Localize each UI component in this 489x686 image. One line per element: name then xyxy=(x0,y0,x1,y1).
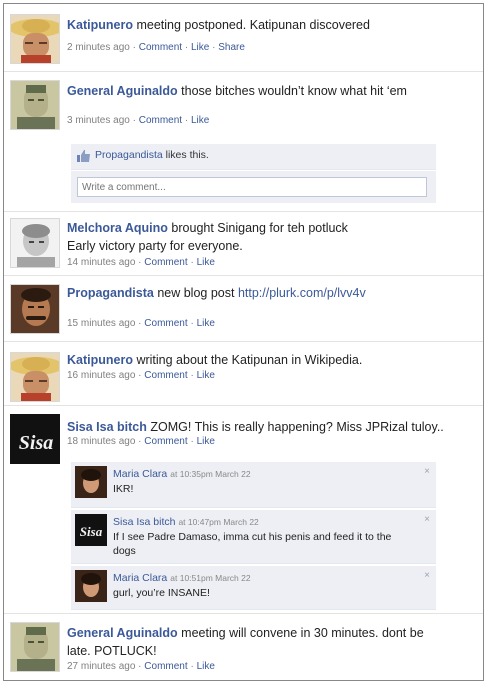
close-icon[interactable]: × xyxy=(424,570,430,581)
comment-reply: Maria Clara at 10:51pm March 22 gurl, you… xyxy=(71,566,436,610)
feed-post: Katipunero writing about the Katipunan i… xyxy=(4,342,483,406)
post-author[interactable]: General Aguinaldo xyxy=(67,626,178,640)
like-link[interactable]: Like xyxy=(197,436,215,447)
comment-reply: Sisa Sisa Isa bitch at 10:47pm March 22 I… xyxy=(71,510,436,564)
like-link[interactable]: Like xyxy=(191,42,209,53)
post-time: 16 minutes ago xyxy=(67,370,136,381)
avatar[interactable] xyxy=(10,80,60,130)
post-author[interactable]: Katipunero xyxy=(67,353,133,367)
sisa-logo-text: Sisa xyxy=(80,524,103,539)
post-text: meeting will convene in 30 minutes. dont… xyxy=(181,626,424,640)
post-text: ZOMG! This is really happening? Miss JPR… xyxy=(150,420,444,434)
commenter-name[interactable]: Sisa Isa bitch xyxy=(113,516,175,528)
close-icon[interactable]: × xyxy=(424,466,430,477)
feed-post: General Aguinaldo meeting will convene i… xyxy=(4,614,483,680)
post-time: 14 minutes ago xyxy=(67,257,136,268)
comment-link[interactable]: Comment xyxy=(144,318,187,329)
post-author[interactable]: Katipunero xyxy=(67,18,133,32)
comment-time: at 10:47pm March 22 xyxy=(178,517,259,527)
comment-area xyxy=(71,171,436,203)
comment-link[interactable]: Comment xyxy=(139,115,182,126)
post-time: 15 minutes ago xyxy=(67,318,136,329)
post-text: writing about the Katipunan in Wikipedia… xyxy=(136,353,363,367)
comment-link[interactable]: Comment xyxy=(144,257,187,268)
comment-link[interactable]: Comment xyxy=(144,661,187,672)
comment-text: IKR! xyxy=(113,483,134,495)
likes-summary: Propagandista likes this. xyxy=(71,144,436,170)
post-text-continued: late. POTLUCK! xyxy=(67,644,157,658)
avatar[interactable]: Sisa xyxy=(10,414,60,464)
feed-post: Sisa Sisa Isa bitch ZOMG! This is really… xyxy=(4,406,483,614)
comment-time: at 10:51pm March 22 xyxy=(170,573,251,583)
news-feed: Katipunero meeting postponed. Katipunan … xyxy=(3,3,484,681)
avatar[interactable] xyxy=(10,218,60,268)
sisa-logo-text: Sisa xyxy=(19,432,53,454)
feed-post: Katipunero meeting postponed. Katipunan … xyxy=(4,4,483,72)
post-time: 18 minutes ago xyxy=(67,436,136,447)
post-author[interactable]: Melchora Aquino xyxy=(67,221,168,235)
commenter-name[interactable]: Maria Clara xyxy=(113,572,167,584)
avatar[interactable] xyxy=(10,14,60,64)
close-icon[interactable]: × xyxy=(424,514,430,525)
like-link[interactable]: Like xyxy=(197,257,215,268)
like-link[interactable]: Like xyxy=(197,370,215,381)
avatar[interactable] xyxy=(75,570,107,602)
post-link[interactable]: http://plurk.com/p/lvv4v xyxy=(238,286,366,300)
comment-input[interactable] xyxy=(77,177,427,197)
avatar[interactable] xyxy=(75,466,107,498)
avatar[interactable] xyxy=(10,622,60,672)
share-link[interactable]: Share xyxy=(218,42,245,53)
liker-name[interactable]: Propagandista xyxy=(95,149,163,161)
comment-link[interactable]: Comment xyxy=(144,370,187,381)
post-text: those bitches wouldn’t know what hit ‘em xyxy=(181,84,407,98)
post-author[interactable]: Propagandista xyxy=(67,286,154,300)
post-text: new blog post xyxy=(157,286,235,300)
comment-link[interactable]: Comment xyxy=(144,436,187,447)
avatar[interactable] xyxy=(10,284,60,334)
comment-text: If I see Padre Damaso, imma cut his peni… xyxy=(113,531,392,557)
post-time: 2 minutes ago xyxy=(67,42,130,53)
comment-link[interactable]: Comment xyxy=(139,42,182,53)
feed-post: Melchora Aquino brought Sinigang for teh… xyxy=(4,212,483,276)
avatar[interactable] xyxy=(10,352,60,402)
feed-post: Propagandista new blog post http://plurk… xyxy=(4,276,483,342)
thumbs-up-icon xyxy=(77,150,91,162)
comment-time: at 10:35pm March 22 xyxy=(170,469,251,479)
avatar[interactable]: Sisa xyxy=(75,514,107,546)
post-text: meeting postponed. Katipunan discovered xyxy=(136,18,370,32)
commenter-name[interactable]: Maria Clara xyxy=(113,468,167,480)
likes-text: likes this. xyxy=(165,149,209,161)
post-text: brought Sinigang for teh potluck xyxy=(171,221,348,235)
post-author[interactable]: Sisa Isa bitch xyxy=(67,420,147,434)
post-time: 27 minutes ago xyxy=(67,661,136,672)
post-text-continued: Early victory party for everyone. xyxy=(67,239,243,253)
post-author[interactable]: General Aguinaldo xyxy=(67,84,178,98)
like-link[interactable]: Like xyxy=(191,115,209,126)
post-time: 3 minutes ago xyxy=(67,115,130,126)
feed-post: General Aguinaldo those bitches wouldn’t… xyxy=(4,72,483,212)
comment-text: gurl, you’re INSANE! xyxy=(113,587,210,599)
comment-reply: Maria Clara at 10:35pm March 22 IKR! × xyxy=(71,462,436,508)
like-link[interactable]: Like xyxy=(197,318,215,329)
like-link[interactable]: Like xyxy=(197,661,215,672)
